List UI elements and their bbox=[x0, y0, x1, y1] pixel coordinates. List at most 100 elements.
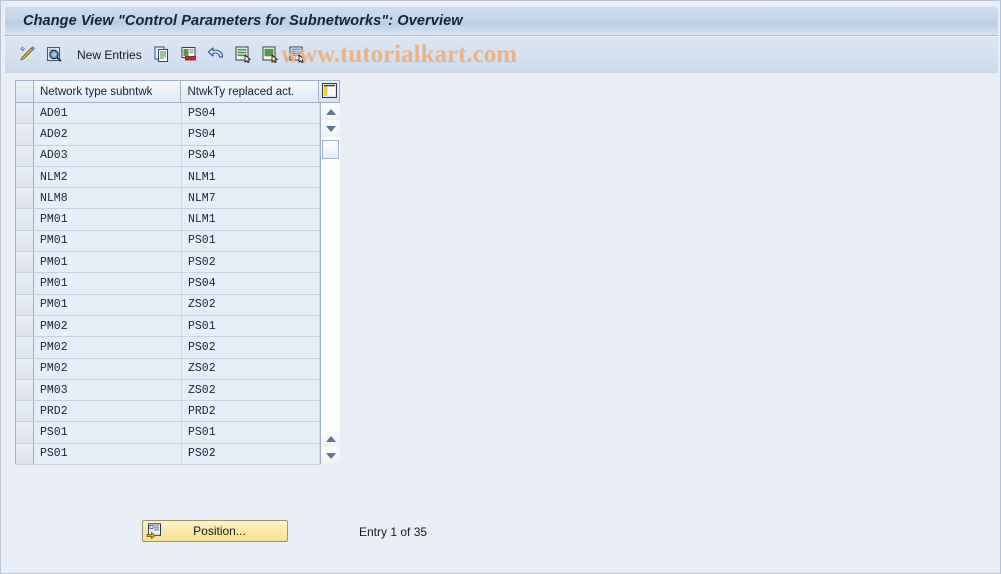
application-toolbar: New Entries bbox=[5, 37, 998, 73]
display-change-button[interactable] bbox=[15, 43, 39, 67]
position-button[interactable]: Position... bbox=[142, 520, 288, 542]
new-entries-button[interactable]: New Entries bbox=[77, 48, 142, 62]
display-button[interactable] bbox=[42, 43, 66, 67]
row-select-cell[interactable] bbox=[16, 273, 34, 294]
scroll-down-arrow-icon bbox=[325, 452, 336, 459]
column-header-network-type-subntwk[interactable]: Network type subntwk bbox=[33, 81, 182, 102]
scroll-page-down-button[interactable] bbox=[321, 447, 340, 464]
cell-network-type-subntwk[interactable]: PS01 bbox=[34, 443, 182, 465]
select-all-button[interactable] bbox=[231, 43, 255, 67]
table-row[interactable]: NLM8 NLM7 bbox=[16, 188, 320, 210]
cell-ntwkty-replaced-act[interactable]: NLM1 bbox=[182, 166, 320, 188]
column-header-ntwkty-replaced-act[interactable]: NtwkTy replaced act. bbox=[181, 81, 320, 102]
cell-ntwkty-replaced-act[interactable]: PS01 bbox=[182, 230, 320, 252]
cell-ntwkty-replaced-act[interactable]: NLM1 bbox=[182, 209, 320, 230]
cell-network-type-subntwk[interactable]: PS01 bbox=[34, 422, 182, 443]
row-select-cell[interactable] bbox=[16, 124, 34, 145]
select-all-icon bbox=[233, 44, 253, 67]
scroll-page-up-button[interactable] bbox=[321, 430, 340, 447]
row-select-cell[interactable] bbox=[16, 252, 34, 273]
table-row[interactable]: PM01 PS04 bbox=[16, 273, 320, 295]
table-row[interactable]: PRD2 PRD2 bbox=[16, 401, 320, 423]
table-row[interactable]: PM02 ZS02 bbox=[16, 358, 320, 380]
undo-arrow-icon bbox=[206, 44, 226, 67]
row-select-cell[interactable] bbox=[16, 379, 34, 401]
table-header-row: Network type subntwk NtwkTy replaced act… bbox=[16, 81, 339, 103]
cell-network-type-subntwk[interactable]: PM01 bbox=[34, 252, 182, 273]
cell-ntwkty-replaced-act[interactable]: PS04 bbox=[182, 273, 320, 294]
delete-button[interactable] bbox=[177, 43, 201, 67]
header-select-column bbox=[16, 81, 34, 102]
cell-network-type-subntwk[interactable]: PM01 bbox=[34, 294, 182, 315]
table-row[interactable]: PS01 PS01 bbox=[16, 422, 320, 444]
cell-ntwkty-replaced-act[interactable]: ZS02 bbox=[182, 379, 320, 401]
undo-button[interactable] bbox=[204, 43, 228, 67]
row-select-cell[interactable] bbox=[16, 294, 34, 315]
table-row[interactable]: PM01 ZS02 bbox=[16, 294, 320, 316]
cell-network-type-subntwk[interactable]: PM03 bbox=[34, 379, 182, 401]
table-settings-icon bbox=[321, 82, 337, 101]
cell-network-type-subntwk[interactable]: PM02 bbox=[34, 315, 182, 337]
cell-network-type-subntwk[interactable]: AD03 bbox=[34, 145, 182, 166]
row-select-cell[interactable] bbox=[16, 422, 34, 443]
cell-ntwkty-replaced-act[interactable]: PS02 bbox=[182, 443, 320, 465]
cell-ntwkty-replaced-act[interactable]: PS02 bbox=[182, 252, 320, 273]
table-settings-button[interactable] bbox=[319, 81, 339, 102]
cell-network-type-subntwk[interactable]: PM01 bbox=[34, 209, 182, 230]
sap-application-window: Change View "Control Parameters for Subn… bbox=[0, 0, 1001, 574]
cell-ntwkty-replaced-act[interactable]: PS04 bbox=[182, 103, 320, 124]
row-select-cell[interactable] bbox=[16, 188, 34, 209]
cell-ntwkty-replaced-act[interactable]: PS02 bbox=[182, 337, 320, 358]
cell-ntwkty-replaced-act[interactable]: PS01 bbox=[182, 422, 320, 443]
row-select-cell[interactable] bbox=[16, 443, 34, 465]
deselect-all-button[interactable] bbox=[258, 43, 282, 67]
row-select-cell[interactable] bbox=[16, 230, 34, 252]
cell-ntwkty-replaced-act[interactable]: PS04 bbox=[182, 124, 320, 145]
scrollbar-thumb[interactable] bbox=[322, 140, 339, 159]
cell-network-type-subntwk[interactable]: AD01 bbox=[34, 103, 182, 124]
table-row[interactable]: AD03 PS04 bbox=[16, 145, 320, 167]
cell-ntwkty-replaced-act[interactable]: PS04 bbox=[182, 145, 320, 166]
cell-network-type-subntwk[interactable]: PRD2 bbox=[34, 401, 182, 422]
row-select-cell[interactable] bbox=[16, 401, 34, 422]
table-row[interactable]: NLM2 NLM1 bbox=[16, 166, 320, 189]
table-row[interactable]: PM01 PS02 bbox=[16, 252, 320, 274]
cell-network-type-subntwk[interactable]: PM02 bbox=[34, 337, 182, 358]
entry-counter: Entry 1 of 35 bbox=[359, 525, 428, 539]
copy-as-button[interactable] bbox=[150, 43, 174, 67]
cell-ntwkty-replaced-act[interactable]: PS01 bbox=[182, 315, 320, 337]
table-row[interactable]: PM01 PS01 bbox=[16, 230, 320, 253]
cell-ntwkty-replaced-act[interactable]: ZS02 bbox=[182, 294, 320, 315]
table-row[interactable]: PM02 PS02 bbox=[16, 337, 320, 359]
row-select-cell[interactable] bbox=[16, 358, 34, 379]
cell-network-type-subntwk[interactable]: PM01 bbox=[34, 230, 182, 252]
row-select-cell[interactable] bbox=[16, 166, 34, 188]
cell-network-type-subntwk[interactable]: NLM8 bbox=[34, 188, 182, 209]
cell-ntwkty-replaced-act[interactable]: NLM7 bbox=[182, 188, 320, 209]
row-select-cell[interactable] bbox=[16, 209, 34, 230]
scroll-up-button[interactable] bbox=[321, 103, 340, 120]
row-select-cell[interactable] bbox=[16, 315, 34, 337]
table-row[interactable]: PS01 PS02 bbox=[16, 443, 320, 466]
cell-ntwkty-replaced-act[interactable]: ZS02 bbox=[182, 358, 320, 379]
cell-network-type-subntwk[interactable]: PM01 bbox=[34, 273, 182, 294]
cell-network-type-subntwk[interactable]: AD02 bbox=[34, 124, 182, 145]
table-row[interactable]: AD01 PS04 bbox=[16, 103, 320, 125]
position-goto-icon bbox=[144, 522, 164, 540]
window-title-bar: Change View "Control Parameters for Subn… bbox=[5, 6, 998, 36]
delete-row-icon bbox=[179, 44, 199, 67]
table-row[interactable]: PM03 ZS02 bbox=[16, 379, 320, 402]
deselect-all-icon bbox=[260, 44, 280, 67]
table-vertical-scrollbar[interactable] bbox=[320, 103, 340, 464]
table-row[interactable]: AD02 PS04 bbox=[16, 124, 320, 146]
table-row[interactable]: PM02 PS01 bbox=[16, 315, 320, 338]
select-block-button[interactable] bbox=[285, 43, 309, 67]
cell-network-type-subntwk[interactable]: NLM2 bbox=[34, 166, 182, 188]
cell-ntwkty-replaced-act[interactable]: PRD2 bbox=[182, 401, 320, 422]
row-select-cell[interactable] bbox=[16, 145, 34, 166]
scroll-down-button[interactable] bbox=[321, 120, 340, 137]
row-select-cell[interactable] bbox=[16, 337, 34, 358]
table-row[interactable]: PM01 NLM1 bbox=[16, 209, 320, 231]
cell-network-type-subntwk[interactable]: PM02 bbox=[34, 358, 182, 379]
row-select-cell[interactable] bbox=[16, 103, 34, 124]
